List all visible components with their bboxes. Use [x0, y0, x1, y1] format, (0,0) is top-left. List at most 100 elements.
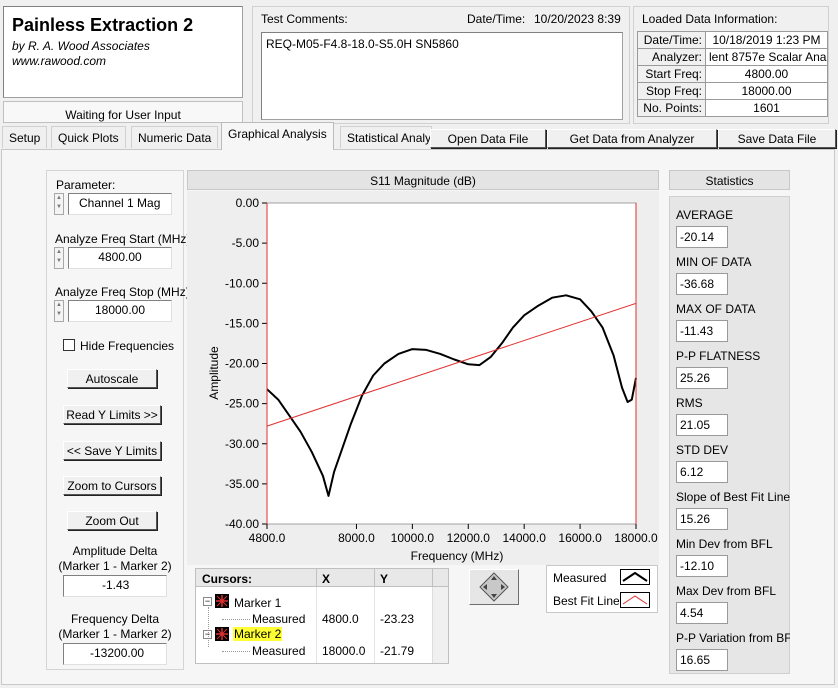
read-y-limits-button[interactable]: Read Y Limits >> — [63, 405, 161, 424]
loaded-row: Date/Time: 10/18/2019 1:23 PM — [637, 31, 828, 49]
datetime-value: 10/20/2023 8:39 — [534, 12, 621, 26]
stop-freq-spinner[interactable]: ▲ ▼ — [54, 300, 64, 322]
loaded-row-label: Date/Time: — [637, 31, 706, 49]
header-divider — [432, 569, 433, 587]
legend-measured-swatch[interactable] — [620, 569, 650, 585]
marker2-name[interactable]: Marker 2 — [233, 627, 283, 641]
chart-title-bar: S11 Magnitude (dB) — [187, 170, 659, 190]
header-divider — [316, 569, 317, 587]
save-data-file-button[interactable]: Save Data File — [718, 129, 836, 148]
stat-value: 6.12 — [676, 461, 728, 483]
x-tick-label: 18000.0 — [614, 531, 658, 545]
cursors-scrollbar[interactable] — [432, 587, 448, 663]
zoom-out-button[interactable]: Zoom Out — [67, 511, 157, 530]
tree-line — [222, 619, 250, 620]
y-tick-label: -30.00 — [225, 437, 259, 451]
tree-collapse-icon[interactable]: − — [203, 630, 212, 639]
legend-bestfit-swatch[interactable] — [620, 592, 650, 608]
cursors-header-x: X — [322, 572, 331, 586]
zoom-to-cursors-button[interactable]: Zoom to Cursors — [63, 476, 161, 495]
stat-label: P-P Variation from BF — [676, 631, 790, 645]
tree-line — [208, 607, 209, 647]
x-tick-label: 14000.0 — [502, 531, 546, 545]
y-axis-label: Amplitude — [207, 346, 221, 400]
y-tick-label: 0.00 — [236, 196, 260, 210]
loaded-row: No. Points: 1601 — [637, 99, 828, 117]
chart-svg[interactable]: 0.00 -5.00 -10.00 -15.00 -20.00 -25.00 -30.00 -… — [187, 191, 659, 565]
header-divider — [374, 569, 375, 587]
marker-crosshair-icon — [215, 594, 229, 608]
legend-bestfit-label: Best Fit Line — [553, 594, 620, 608]
hide-frequencies-checkbox[interactable] — [63, 339, 75, 351]
loaded-row: Start Freq: 4800.00 — [637, 65, 828, 83]
amplitude-delta-label: Amplitude Delta — [72, 544, 158, 558]
tree-line — [222, 651, 250, 652]
y-tick-label: -5.00 — [232, 236, 260, 250]
stat-label: RMS — [676, 396, 703, 410]
stat-value: 16.65 — [676, 649, 728, 671]
x-tick-label: 16000.0 — [558, 531, 602, 545]
tab-quick-plots[interactable]: Quick Plots — [51, 126, 126, 148]
chart-title: S11 Magnitude (dB) — [370, 174, 476, 188]
column-divider — [316, 587, 317, 663]
loaded-row-label: Start Freq: — [637, 65, 706, 83]
get-data-button[interactable]: Get Data from Analyzer — [547, 129, 717, 148]
autoscale-button[interactable]: Autoscale — [67, 369, 157, 388]
loaded-row-label: No. Points: — [637, 99, 706, 117]
stat-value: 15.26 — [676, 508, 728, 530]
y-tick-label: -35.00 — [225, 477, 259, 491]
x-tick-label: 8000.0 — [338, 531, 375, 545]
y-tick-label: -40.00 — [225, 517, 259, 531]
tab-numeric-data[interactable]: Numeric Data — [131, 126, 219, 148]
frequency-delta-sublabel: (Marker 1 - Marker 2) — [58, 627, 172, 641]
marker1-name[interactable]: Marker 1 — [234, 596, 281, 610]
stat-label: P-P FLATNESS — [676, 349, 761, 363]
loaded-label: Loaded Data Information: — [642, 12, 778, 26]
open-data-file-button[interactable]: Open Data File — [430, 129, 546, 148]
status-box: Waiting for User Input — [3, 101, 243, 123]
start-freq-input[interactable]: 4800.00 — [68, 247, 172, 269]
legend-measured-label: Measured — [553, 571, 607, 585]
tab-statistical-analysis[interactable]: Statistical Analy — [340, 126, 432, 148]
tab-setup[interactable]: Setup — [2, 126, 48, 148]
parameter-select[interactable]: Channel 1 Mag — [68, 193, 172, 215]
loaded-row-label: Stop Freq: — [637, 82, 706, 100]
save-y-limits-button[interactable]: << Save Y Limits — [63, 441, 161, 460]
loaded-row: Analyzer: lent 8757e Scalar Analy — [637, 48, 828, 66]
cursor-move-pad[interactable] — [469, 569, 519, 605]
loaded-row: Stop Freq: 18000.00 — [637, 82, 828, 100]
x-tick-label: 4800.0 — [249, 531, 286, 545]
stop-freq-label: Analyze Freq Stop (MHz) — [55, 285, 190, 299]
stop-freq-input[interactable]: 18000.00 — [68, 300, 172, 322]
parameter-spinner[interactable]: ▲ ▼ — [54, 193, 64, 215]
loaded-table: Date/Time: 10/18/2019 1:23 PM Analyzer: le… — [637, 31, 828, 117]
tree-collapse-icon[interactable]: − — [203, 597, 212, 606]
parameter-label: Parameter: — [56, 178, 116, 192]
app-title-box: Painless Extraction 2 by R. A. Wood Asso… — [3, 6, 243, 98]
start-freq-spinner[interactable]: ▲ ▼ — [54, 247, 64, 269]
x-tick-label: 10000.0 — [391, 531, 435, 545]
cursors-header-row: Cursors: X Y — [196, 569, 448, 587]
frequency-delta-value: -13200.00 — [63, 643, 167, 665]
amplitude-delta-value: -1.43 — [63, 575, 167, 597]
stat-value: 21.05 — [676, 414, 728, 436]
stat-value: 4.54 — [676, 602, 728, 624]
tab-graphical-analysis[interactable]: Graphical Analysis — [221, 122, 334, 150]
hide-frequencies-label: Hide Frequencies — [80, 339, 175, 353]
loaded-row-value: lent 8757e Scalar Analy — [705, 48, 828, 66]
loaded-row-value: 4800.00 — [705, 65, 828, 83]
stats-title-bar: Statistics — [669, 170, 790, 190]
marker-crosshair-icon — [215, 627, 229, 641]
comments-text: REQ-M05-F4.8-18.0-S5.0H SN5860 — [266, 37, 459, 51]
app-website: www.rawood.com — [12, 54, 107, 68]
stat-value: -20.14 — [676, 226, 728, 248]
x-tick-label: 12000.0 — [447, 531, 491, 545]
loaded-row-value: 1601 — [705, 99, 828, 117]
stat-label: Min Dev from BFL — [676, 537, 773, 551]
comments-field[interactable]: REQ-M05-F4.8-18.0-S5.0H SN5860 — [261, 32, 623, 120]
legend-box: Measured Best Fit Line — [546, 565, 658, 613]
start-freq-label: Analyze Freq Start (MHz) — [55, 232, 191, 246]
cursor-move-icon — [479, 572, 509, 602]
datetime-label: Date/Time: — [467, 12, 526, 26]
marker2-y: -21.79 — [380, 644, 415, 658]
